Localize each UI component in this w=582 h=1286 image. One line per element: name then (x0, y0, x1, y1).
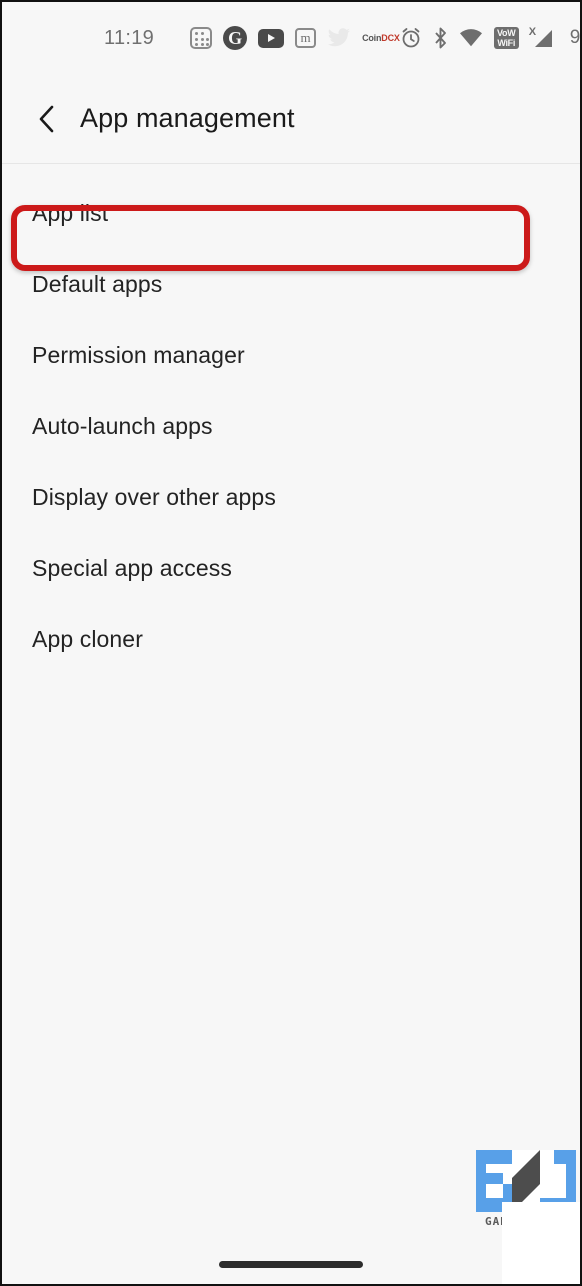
wifi-icon (459, 29, 482, 47)
youtube-icon (258, 28, 285, 48)
cellular-signal-icon: X (528, 26, 556, 49)
status-bar-clock: 11:19 (104, 26, 155, 49)
list-item-special-app-access[interactable]: Special app access (2, 533, 580, 604)
list-item-display-over-other-apps[interactable]: Display over other apps (2, 462, 580, 533)
app-header: App management (2, 74, 580, 164)
status-bar-right: VoW WiFi X 94% (400, 26, 581, 49)
mastodon-icon: m (295, 28, 317, 48)
back-button[interactable] (30, 103, 62, 135)
bluetooth-icon (434, 27, 446, 49)
list-item-auto-launch-apps[interactable]: Auto-launch apps (2, 391, 580, 462)
chevron-left-icon (39, 105, 54, 132)
home-indicator[interactable] (219, 1261, 363, 1268)
status-bar-left: 11:19 G m CoinDCX (2, 26, 400, 50)
list-item-label: Special app access (32, 555, 232, 581)
vowifi-top: VoW (496, 28, 516, 38)
coindcx-icon: CoinDCX (362, 33, 400, 43)
google-icon: G (223, 26, 248, 50)
vowifi-bottom: WiFi (497, 38, 516, 48)
list-item-default-apps[interactable]: Default apps (2, 249, 580, 320)
twitter-icon (328, 28, 351, 47)
phone-screen: 11:19 G m CoinDCX VoW WiFi X 9 App manag… (0, 0, 582, 1286)
list-item-label: App list (32, 200, 109, 226)
watermark-cover (502, 1202, 580, 1284)
list-item-label: App cloner (32, 626, 143, 652)
calculator-icon (190, 27, 213, 49)
status-bar: 11:19 G m CoinDCX VoW WiFi X 9 (2, 2, 580, 74)
settings-list: App list Default apps Permission manager… (2, 164, 580, 675)
notification-icons: G m CoinDCX (190, 26, 400, 50)
signal-x-label: X (528, 26, 537, 38)
vowifi-icon: VoW WiFi (493, 27, 519, 49)
list-item-permission-manager[interactable]: Permission manager (2, 320, 580, 391)
list-item-app-cloner[interactable]: App cloner (2, 604, 580, 675)
page-title: App management (80, 103, 295, 133)
list-item-app-list[interactable]: App list (2, 178, 580, 249)
alarm-icon (402, 28, 420, 48)
list-item-label: Default apps (32, 271, 163, 297)
list-item-label: Auto-launch apps (32, 413, 213, 439)
battery-percent-label: 94% (569, 27, 581, 48)
list-item-label: Display over other apps (32, 484, 276, 510)
list-item-label: Permission manager (32, 342, 245, 368)
